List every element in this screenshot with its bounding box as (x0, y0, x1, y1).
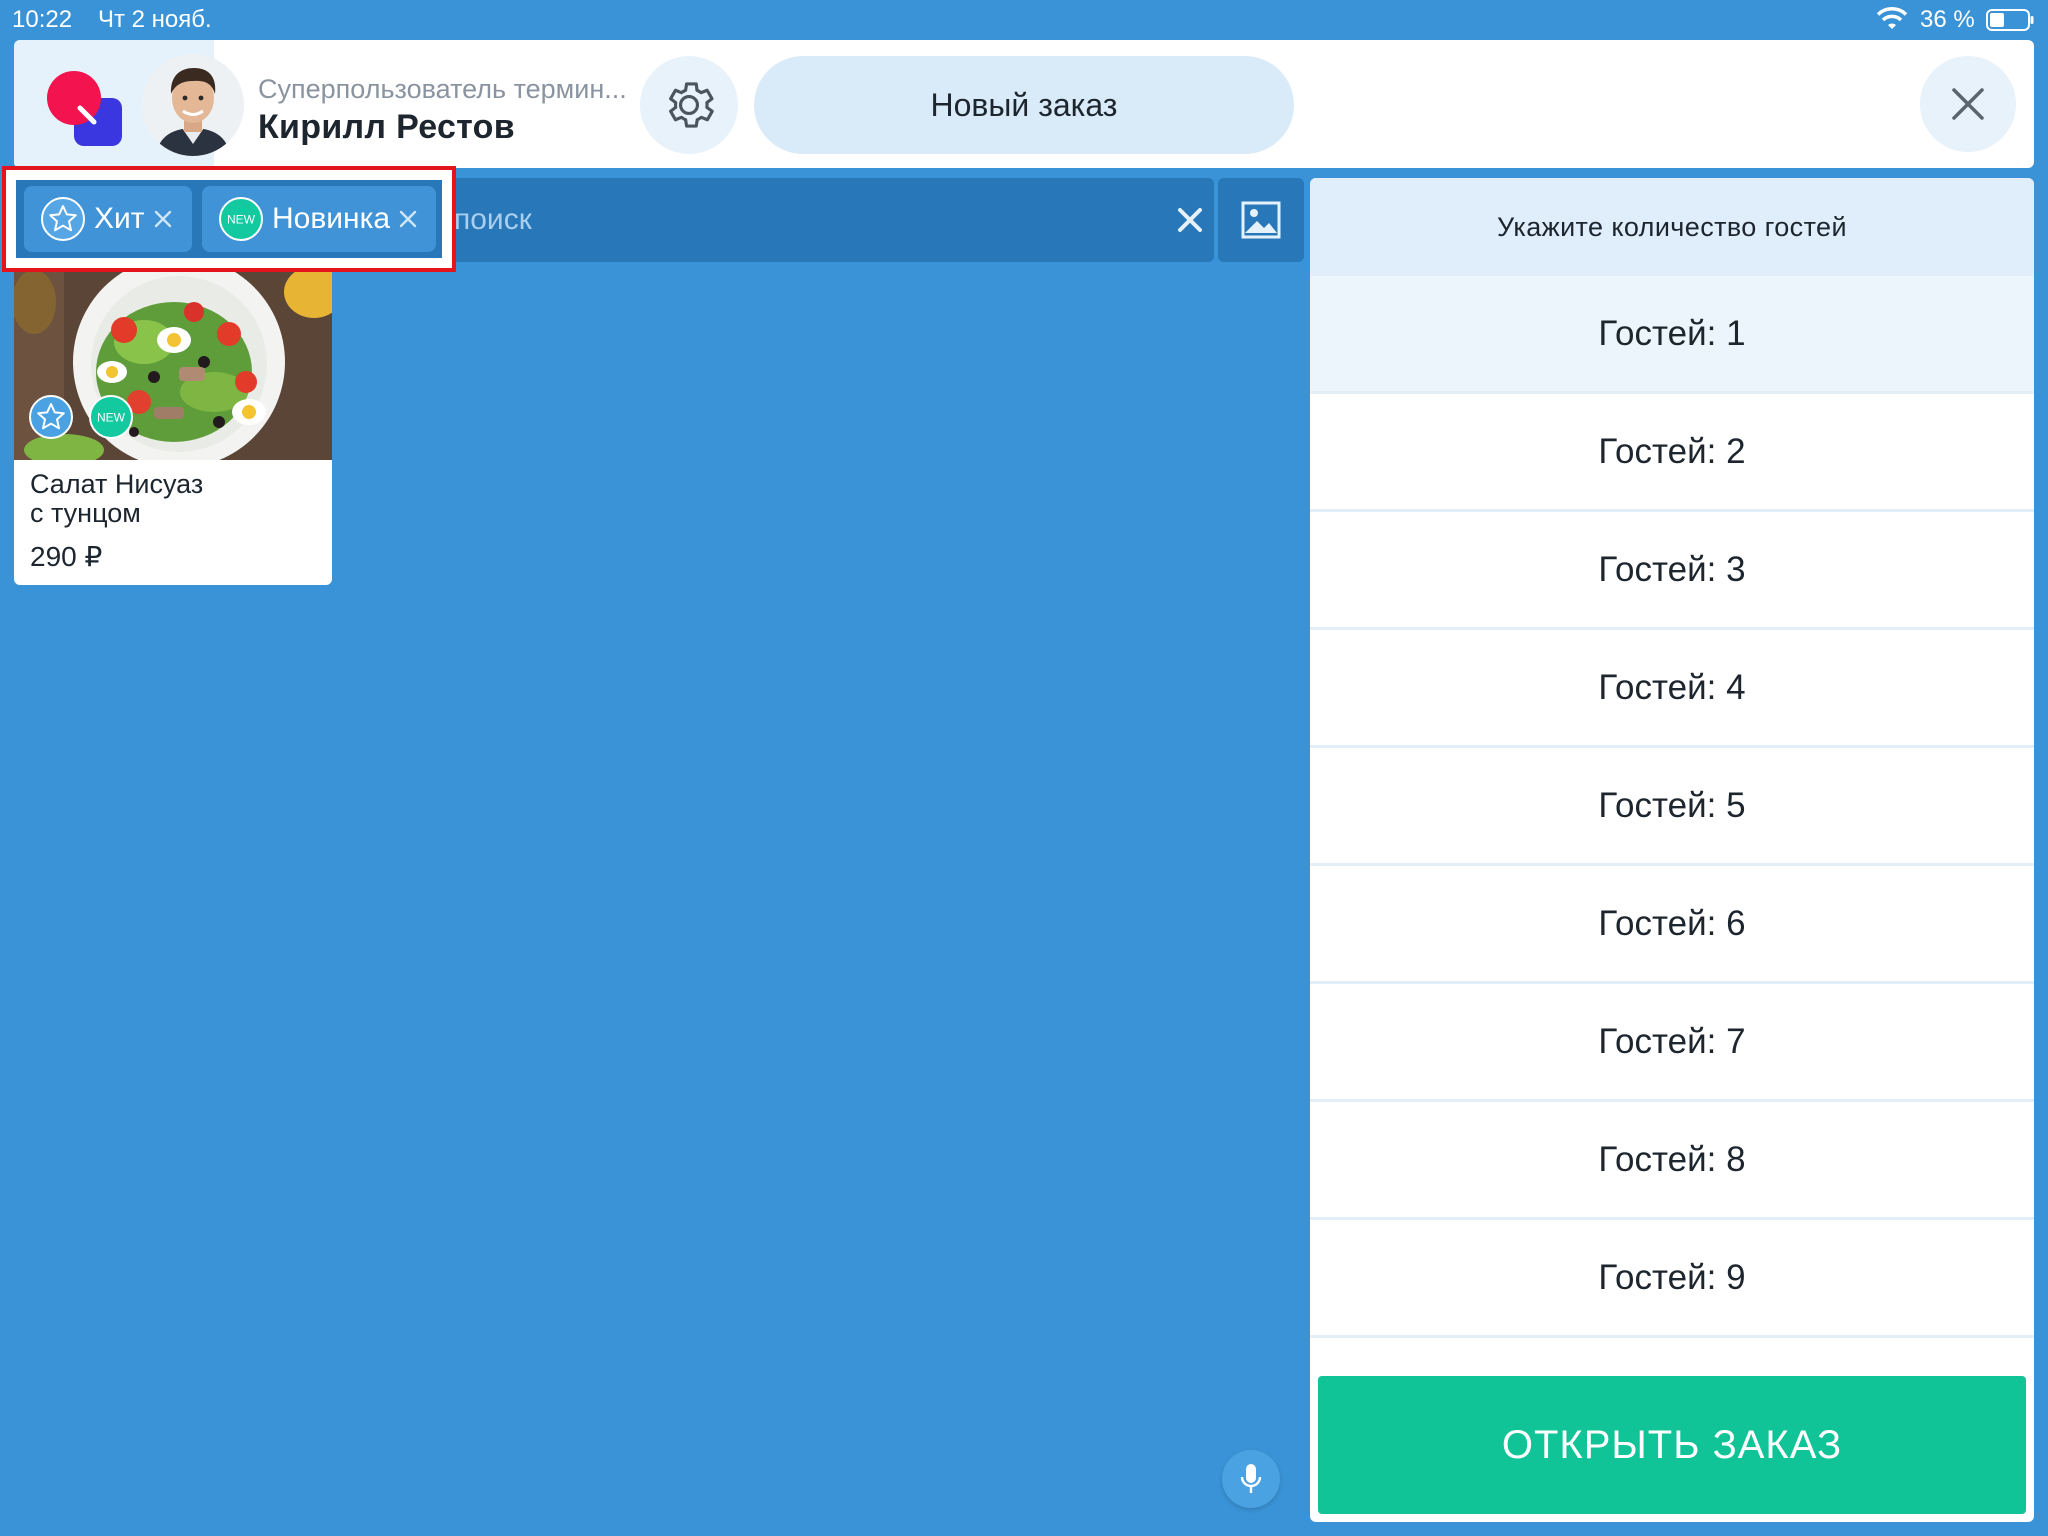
guest-option-9[interactable]: Гостей: 9 (1310, 1220, 2034, 1338)
guest-option-2[interactable]: Гостей: 2 (1310, 394, 2034, 512)
product-badge-new: NEW (89, 395, 133, 439)
new-badge-icon: NEW (219, 197, 263, 241)
image-view-toggle[interactable] (1218, 178, 1304, 262)
guest-option-3[interactable]: Гостей: 3 (1310, 512, 2034, 630)
star-icon (41, 197, 85, 241)
top-header: Суперпользователь термин... Кирилл Ресто… (14, 40, 2034, 168)
new-badge-text: NEW (227, 213, 256, 227)
guest-panel-title: Укажите количество гостей (1310, 178, 2034, 276)
guest-option-6[interactable]: Гостей: 6 (1310, 866, 2034, 984)
image-icon (1241, 201, 1281, 239)
remove-filter-icon[interactable] (153, 209, 173, 229)
search-input[interactable] (454, 192, 1154, 248)
product-name: Салат Нисуаз с тунцом (30, 470, 320, 528)
product-card[interactable]: NEW Салат Нисуаз с тунцом 290 ₽ (14, 272, 332, 585)
guest-option-4[interactable]: Гостей: 4 (1310, 630, 2034, 748)
remove-filter-icon[interactable] (398, 209, 418, 229)
active-filters-highlight: Хит NEW Новинка (2, 166, 456, 272)
product-badge-star (29, 395, 73, 439)
close-icon (1952, 88, 1984, 120)
gear-icon (669, 82, 714, 128)
user-role: Суперпользователь термин... (258, 74, 627, 104)
microphone-icon (1240, 1464, 1262, 1493)
guest-count-panel: Укажите количество гостей Гостей: 1 Гост… (1310, 178, 2034, 1522)
battery-percentage: 36 % (1920, 6, 1975, 33)
guest-option-8[interactable]: Гостей: 8 (1310, 1102, 2034, 1220)
close-button[interactable] (1920, 56, 2016, 152)
filter-chip-label: Хит (94, 202, 145, 235)
guest-count-list: Гостей: 1 Гостей: 2 Гостей: 3 Гостей: 4 … (1310, 276, 2034, 1338)
user-avatar (142, 54, 244, 156)
search-clear-button[interactable] (1166, 196, 1214, 244)
app-logo (47, 71, 122, 146)
guest-option-5[interactable]: Гостей: 5 (1310, 748, 2034, 866)
new-badge-text: NEW (97, 411, 126, 425)
guest-option-1[interactable]: Гостей: 1 (1310, 276, 2034, 394)
user-name: Кирилл Рестов (258, 108, 515, 146)
wifi-icon (1876, 7, 1908, 29)
settings-button[interactable] (640, 56, 738, 154)
filter-chip-new[interactable]: NEW Новинка (202, 186, 436, 252)
open-order-button[interactable]: ОТКРЫТЬ ЗАКАЗ (1318, 1376, 2026, 1514)
status-time: 10:22 (12, 6, 73, 33)
active-filters: Хит NEW Новинка (16, 180, 442, 258)
status-bar: 10:22 Чт 2 нояб. 36 % (0, 0, 2048, 40)
voice-search-button[interactable] (1222, 1450, 1280, 1508)
filter-chip-label: Новинка (272, 202, 391, 235)
product-price: 290 ₽ (30, 541, 103, 572)
guest-option-7[interactable]: Гостей: 7 (1310, 984, 2034, 1102)
new-order-button[interactable]: Новый заказ (754, 56, 1294, 154)
product-name-line2: с тунцом (30, 498, 141, 528)
battery-icon (1986, 9, 2034, 31)
clear-icon (1178, 208, 1202, 232)
product-name-line1: Салат Нисуаз (30, 469, 204, 499)
status-date: Чт 2 нояб. (98, 6, 212, 33)
filter-chip-hit[interactable]: Хит (24, 186, 192, 252)
